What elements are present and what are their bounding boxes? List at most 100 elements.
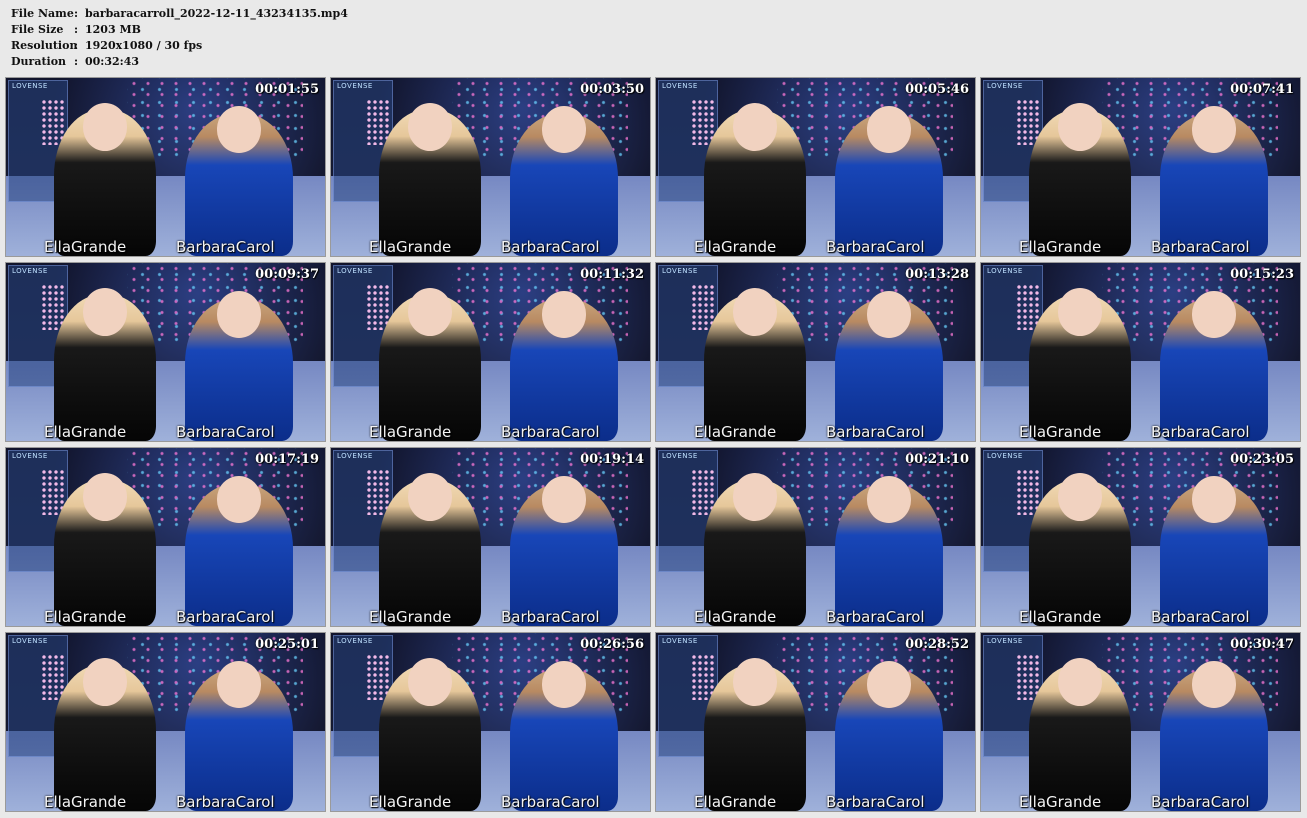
lovense-logo: LOVENSE xyxy=(662,452,698,460)
lovense-logo: LOVENSE xyxy=(987,452,1023,460)
timestamp: 00:05:46 xyxy=(905,82,969,97)
name-label-right: BarbaraCarol xyxy=(1151,238,1250,256)
timestamp: 00:26:56 xyxy=(580,637,644,652)
video-thumbnail[interactable]: LOVENSE EllaGrande BarbaraCarol 00:07:41 xyxy=(980,77,1301,257)
face-right xyxy=(1191,661,1237,708)
name-label-right: BarbaraCarol xyxy=(176,608,275,626)
thumbnail-grid: LOVENSE EllaGrande BarbaraCarol 00:01:55 LOV… xyxy=(5,77,1303,813)
name-label-left: EllaGrande xyxy=(1019,238,1102,256)
timestamp: 00:13:28 xyxy=(905,267,969,282)
face-left xyxy=(1057,472,1103,521)
video-thumbnail[interactable]: LOVENSE EllaGrande BarbaraCarol 00:19:14 xyxy=(330,447,651,627)
timestamp: 00:28:52 xyxy=(905,637,969,652)
video-thumbnail[interactable]: LOVENSE EllaGrande BarbaraCarol 00:15:23 xyxy=(980,262,1301,442)
timestamp: 00:17:19 xyxy=(255,452,319,467)
file-info: File Name : barbaracarroll_2022-12-11_43… xyxy=(11,6,348,70)
timestamp: 00:30:47 xyxy=(1230,637,1294,652)
video-thumbnail[interactable]: LOVENSE EllaGrande BarbaraCarol 00:09:37 xyxy=(5,262,326,442)
duration-row: Duration : 00:32:43 xyxy=(11,54,348,70)
face-left xyxy=(1057,102,1103,151)
name-label-left: EllaGrande xyxy=(44,608,127,626)
face-left xyxy=(82,287,128,336)
file-name-sep: : xyxy=(74,7,79,20)
lovense-logo: LOVENSE xyxy=(337,267,373,275)
lovense-logo: LOVENSE xyxy=(662,637,698,645)
name-label-left: EllaGrande xyxy=(694,793,777,811)
name-label-right: BarbaraCarol xyxy=(826,793,925,811)
face-left xyxy=(732,472,778,521)
video-thumbnail[interactable]: LOVENSE EllaGrande BarbaraCarol 00:25:01 xyxy=(5,632,326,812)
face-right xyxy=(866,106,912,153)
timestamp: 00:25:01 xyxy=(255,637,319,652)
name-label-right: BarbaraCarol xyxy=(176,423,275,441)
name-label-right: BarbaraCarol xyxy=(176,793,275,811)
video-thumbnail[interactable]: LOVENSE EllaGrande BarbaraCarol 00:11:32 xyxy=(330,262,651,442)
video-thumbnail[interactable]: LOVENSE EllaGrande BarbaraCarol 00:17:19 xyxy=(5,447,326,627)
face-left xyxy=(407,472,453,521)
video-thumbnail[interactable]: LOVENSE EllaGrande BarbaraCarol 00:01:55 xyxy=(5,77,326,257)
timestamp: 00:19:14 xyxy=(580,452,644,467)
name-label-right: BarbaraCarol xyxy=(176,238,275,256)
face-right xyxy=(541,476,587,523)
file-size-key: File Size xyxy=(11,23,64,36)
lovense-logo: LOVENSE xyxy=(987,82,1023,90)
file-name-value: barbaracarroll_2022-12-11_43234135.mp4 xyxy=(85,7,348,20)
lovense-logo: LOVENSE xyxy=(337,82,373,90)
face-right xyxy=(541,106,587,153)
face-right xyxy=(216,476,262,523)
name-label-right: BarbaraCarol xyxy=(501,793,600,811)
name-label-left: EllaGrande xyxy=(369,793,452,811)
file-size-sep: : xyxy=(74,23,79,36)
video-thumbnail[interactable]: LOVENSE EllaGrande BarbaraCarol 00:13:28 xyxy=(655,262,976,442)
lovense-logo: LOVENSE xyxy=(662,267,698,275)
name-label-right: BarbaraCarol xyxy=(1151,423,1250,441)
face-right xyxy=(866,476,912,523)
face-left xyxy=(82,102,128,151)
file-size-row: File Size : 1203 MB xyxy=(11,22,348,38)
name-label-right: BarbaraCarol xyxy=(501,238,600,256)
face-left xyxy=(732,287,778,336)
name-label-left: EllaGrande xyxy=(369,608,452,626)
name-label-left: EllaGrande xyxy=(1019,423,1102,441)
name-label-left: EllaGrande xyxy=(1019,608,1102,626)
name-label-right: BarbaraCarol xyxy=(826,238,925,256)
face-left xyxy=(1057,657,1103,706)
face-right xyxy=(216,106,262,153)
video-thumbnail[interactable]: LOVENSE EllaGrande BarbaraCarol 00:30:47 xyxy=(980,632,1301,812)
video-thumbnail[interactable]: LOVENSE EllaGrande BarbaraCarol 00:05:46 xyxy=(655,77,976,257)
name-label-right: BarbaraCarol xyxy=(1151,793,1250,811)
name-label-left: EllaGrande xyxy=(369,423,452,441)
face-left xyxy=(407,102,453,151)
face-right xyxy=(866,661,912,708)
face-right xyxy=(1191,291,1237,338)
face-left xyxy=(82,472,128,521)
video-thumbnail[interactable]: LOVENSE EllaGrande BarbaraCarol 00:26:56 xyxy=(330,632,651,812)
video-thumbnail[interactable]: LOVENSE EllaGrande BarbaraCarol 00:23:05 xyxy=(980,447,1301,627)
timestamp: 00:15:23 xyxy=(1230,267,1294,282)
timestamp: 00:03:50 xyxy=(580,82,644,97)
video-thumbnail[interactable]: LOVENSE EllaGrande BarbaraCarol 00:03:50 xyxy=(330,77,651,257)
duration-value: 00:32:43 xyxy=(85,55,140,68)
face-left xyxy=(732,102,778,151)
name-label-left: EllaGrande xyxy=(369,238,452,256)
name-label-left: EllaGrande xyxy=(1019,793,1102,811)
lovense-logo: LOVENSE xyxy=(987,267,1023,275)
face-right xyxy=(541,661,587,708)
lovense-logo: LOVENSE xyxy=(337,452,373,460)
name-label-left: EllaGrande xyxy=(694,423,777,441)
face-right xyxy=(1191,476,1237,523)
face-right xyxy=(216,291,262,338)
timestamp: 00:09:37 xyxy=(255,267,319,282)
video-thumbnail[interactable]: LOVENSE EllaGrande BarbaraCarol 00:21:10 xyxy=(655,447,976,627)
lovense-logo: LOVENSE xyxy=(12,82,48,90)
lovense-logo: LOVENSE xyxy=(12,267,48,275)
timestamp: 00:21:10 xyxy=(905,452,969,467)
timestamp: 00:01:55 xyxy=(255,82,319,97)
timestamp: 00:11:32 xyxy=(580,267,644,282)
face-right xyxy=(1191,106,1237,153)
lovense-logo: LOVENSE xyxy=(12,452,48,460)
resolution-value: 1920x1080 / 30 fps xyxy=(85,39,203,52)
video-thumbnail[interactable]: LOVENSE EllaGrande BarbaraCarol 00:28:52 xyxy=(655,632,976,812)
lovense-logo: LOVENSE xyxy=(987,637,1023,645)
face-right xyxy=(541,291,587,338)
